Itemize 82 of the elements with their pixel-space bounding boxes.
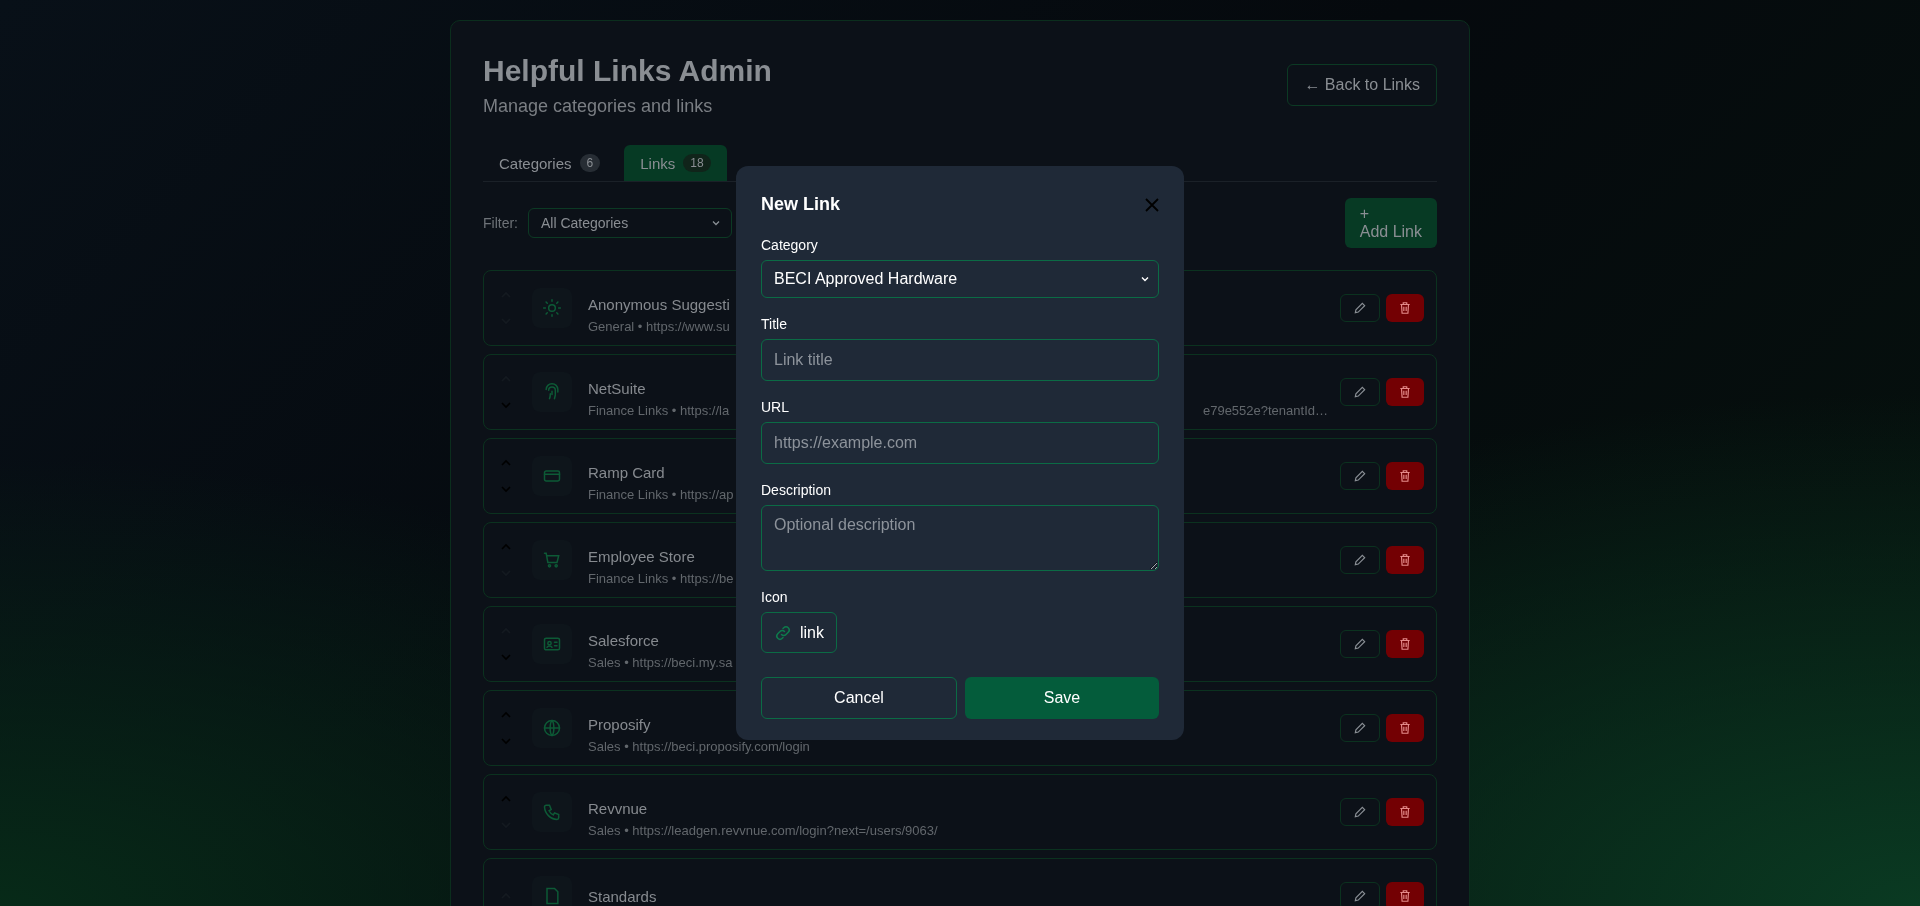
count-badge: 6 [579, 154, 601, 172]
fingerprint-icon [542, 382, 562, 402]
trash-icon [1398, 469, 1412, 483]
link-details: Sales • https://leadgen.revvnue.com/login?next=/users/9063/ [588, 823, 938, 838]
count-badge: 18 [683, 154, 711, 172]
link-details: Sales • https://beci.my.sa [588, 655, 733, 670]
field-label: Category [761, 237, 819, 253]
tab[interactable]: Links 18 [624, 145, 727, 181]
filter-label: Filter: [483, 215, 518, 231]
edit-button[interactable] [1340, 462, 1380, 490]
pencil-icon [1353, 469, 1367, 483]
icon-picker-button[interactable]: link [761, 612, 837, 653]
link-title: Anonymous Suggesti [588, 296, 730, 313]
globe-icon [542, 718, 562, 738]
delete-button[interactable] [1386, 630, 1424, 658]
id-card-icon [542, 634, 562, 654]
delete-button[interactable] [1386, 294, 1424, 322]
edit-button[interactable] [1340, 798, 1380, 826]
tab[interactable]: Categories 6 [483, 145, 617, 181]
edit-button[interactable] [1340, 546, 1380, 574]
edit-button[interactable] [1340, 294, 1380, 322]
delete-button[interactable] [1386, 882, 1424, 906]
chevron-icon [1140, 274, 1150, 284]
chevron-icon [711, 218, 721, 228]
trash-icon [1398, 385, 1412, 399]
trash-icon [1398, 301, 1412, 315]
trash-icon [1398, 553, 1412, 567]
tab-label: Links [640, 154, 676, 172]
pencil-icon [1353, 553, 1367, 567]
link-details: Finance Links • https://ap [588, 487, 734, 502]
field-label: URL [761, 399, 790, 415]
delete-button[interactable] [1386, 462, 1424, 490]
trash-icon [1398, 637, 1412, 651]
link-title: NetSuite [588, 380, 646, 397]
edit-button[interactable] [1340, 378, 1380, 406]
field-label: Icon [761, 589, 789, 605]
filter-dropdown[interactable]: All Categories [528, 208, 732, 238]
link-details: Finance Links • https://be [588, 571, 734, 586]
input-field[interactable]: Link title [761, 339, 1159, 381]
link-title: Employee Store [588, 548, 695, 565]
link-title: Ramp Card [588, 464, 665, 481]
link-title: Standards [588, 887, 657, 905]
page-subtitle: Manage categories and links [483, 96, 714, 117]
link-details: Finance Links • https://la [588, 403, 730, 418]
delete-button[interactable] [1386, 798, 1424, 826]
page-title: Helpful Links Admin [483, 54, 772, 88]
cancel-button[interactable]: Cancel [761, 677, 957, 719]
edit-button[interactable] [1340, 882, 1380, 906]
link-title: Revvnue [588, 800, 648, 817]
pencil-icon [1353, 385, 1367, 399]
link-title: Salesforce [588, 632, 659, 649]
textarea-field[interactable]: Optional description [761, 505, 1159, 571]
delete-button[interactable] [1386, 378, 1424, 406]
edit-button[interactable] [1340, 714, 1380, 742]
phone-icon [542, 802, 562, 822]
sun-icon [542, 298, 562, 318]
back-button[interactable]: ← Back to Links [1287, 64, 1437, 106]
field-label: Description [761, 482, 833, 498]
link-details: Sales • https://beci.proposify.com/login [588, 739, 810, 754]
link-details: General • https://www.su [588, 319, 730, 334]
pencil-icon [1353, 805, 1367, 819]
link-title: Proposify [588, 716, 651, 733]
trash-icon [1398, 889, 1412, 903]
delete-button[interactable] [1386, 546, 1424, 574]
pencil-icon [1353, 301, 1367, 315]
save-button[interactable]: Save [965, 677, 1159, 719]
trash-icon [1398, 721, 1412, 735]
tab-label: Categories [499, 154, 572, 172]
link-details: e79e552e?tenantId… [1202, 403, 1328, 418]
cart-icon [542, 550, 562, 570]
link-icon [774, 623, 792, 642]
pencil-icon [1353, 889, 1367, 903]
category-select[interactable]: BECI Approved Hardware [761, 260, 1159, 298]
add-link-button[interactable]: + Add Link [1344, 198, 1437, 248]
trash-icon [1398, 805, 1412, 819]
delete-button[interactable] [1386, 714, 1424, 742]
input-field[interactable]: https://example.com [761, 422, 1159, 464]
field-label: Title [761, 316, 788, 332]
pencil-icon [1353, 637, 1367, 651]
pencil-icon [1353, 721, 1367, 735]
dialog-title: New Link [761, 194, 840, 215]
edit-button[interactable] [1340, 630, 1380, 658]
